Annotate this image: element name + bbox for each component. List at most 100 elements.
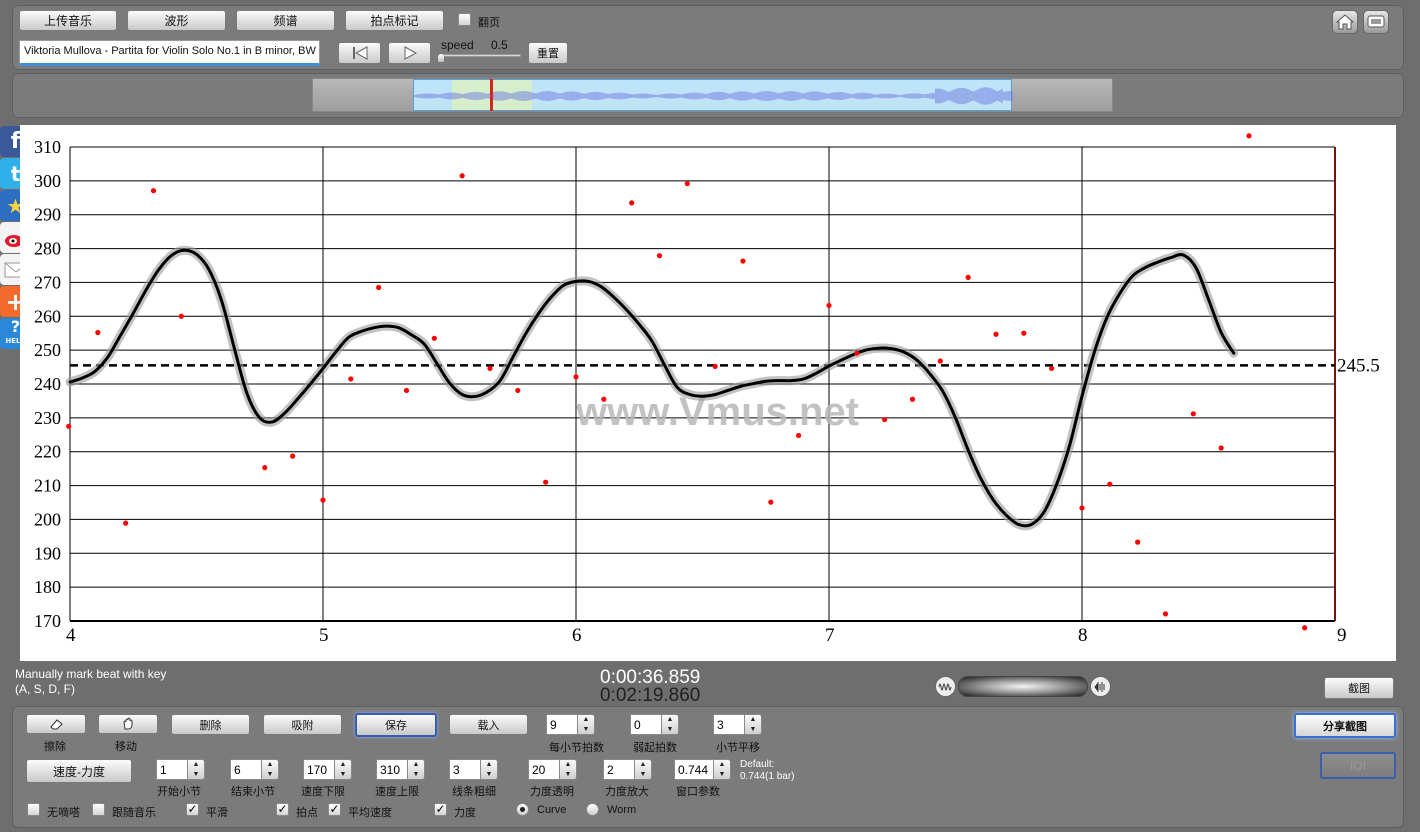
beat-point (656, 253, 663, 259)
move-button[interactable] (98, 714, 158, 734)
y-tick-label: 230 (34, 408, 61, 428)
worm-label: Worm (607, 804, 637, 816)
pickup-beats-input[interactable] (630, 714, 662, 735)
speed-label: speed (441, 38, 474, 52)
snap-button[interactable]: 吸附 (263, 714, 342, 735)
dynamics-opacity-stepper[interactable]: ▲▼ (528, 759, 577, 780)
reset-button[interactable]: 重置 (528, 42, 568, 64)
play-button[interactable] (388, 42, 431, 64)
volume-slider[interactable] (958, 676, 1088, 697)
pickup-beats-stepper[interactable]: ▲▼ (630, 714, 679, 735)
line-width-input[interactable] (449, 759, 481, 780)
overview-waveform (414, 87, 1013, 105)
load-button[interactable]: 载入 (449, 714, 528, 735)
beat-point (348, 376, 354, 382)
curve-label: Curve (537, 804, 567, 816)
waveform-button[interactable]: 波形 (127, 10, 226, 31)
y-tick-label: 200 (34, 509, 61, 529)
tempo-chart[interactable]: 310 300 290 280 270 260 250 240 230 220 210 200 190 1… (20, 125, 1396, 661)
beats-per-bar-label: 每小节拍数 (549, 742, 604, 754)
y-tick-label: 170 (34, 611, 61, 631)
beat-point (431, 335, 437, 341)
beat-point (95, 329, 101, 336)
screenshot-button[interactable]: 截图 (1324, 677, 1394, 699)
dynamics-zoom-input[interactable] (603, 759, 635, 780)
tempo-min-stepper[interactable]: ▲▼ (303, 759, 352, 780)
beat-point (601, 396, 607, 402)
bar-offset-input[interactable] (713, 714, 745, 735)
end-bar-stepper[interactable]: ▲▼ (230, 759, 279, 780)
y-tick-label: 310 (34, 137, 61, 157)
upload-music-button[interactable]: 上传音乐 (19, 10, 117, 31)
play-icon (404, 46, 417, 60)
tempo-min-input[interactable] (303, 759, 335, 780)
bar-offset-label: 小节平移 (716, 742, 760, 754)
default-note-line-2: 0.744(1 bar) (740, 771, 795, 782)
smooth-checkbox[interactable]: ✓ (186, 803, 199, 816)
fullscreen-icon[interactable] (1363, 10, 1389, 34)
rewind-button[interactable] (338, 42, 381, 64)
bar-offset-stepper[interactable]: ▲▼ (713, 714, 762, 735)
beat-point (882, 416, 888, 423)
start-bar-stepper[interactable]: ▲▼ (156, 759, 205, 780)
beat-mark-button[interactable]: 拍点标记 (345, 10, 444, 31)
default-note-line-1: Default: (740, 759, 775, 770)
overview-strip[interactable] (312, 78, 1113, 112)
start-bar-input[interactable] (156, 759, 188, 780)
track-title-field[interactable]: Viktoria Mullova - Partita for Violin So… (19, 40, 320, 66)
start-bar-label: 开始小节 (157, 786, 201, 798)
average-tempo-label: 245.5 (1337, 355, 1380, 376)
share-screenshot-button[interactable]: 分享截图 (1294, 713, 1396, 738)
home-icon[interactable] (1332, 10, 1358, 34)
tempo-min-label: 速度下限 (301, 786, 345, 798)
dynamics-label: 力度 (454, 807, 476, 819)
erase-button[interactable] (26, 714, 86, 734)
worm-radio[interactable] (586, 803, 599, 816)
speed-slider-track[interactable] (441, 54, 521, 57)
x-tick-label: 6 (572, 625, 582, 646)
tempo-max-input[interactable] (376, 759, 408, 780)
avg-speed-checkbox[interactable]: ✓ (328, 803, 341, 816)
overview-playhead[interactable] (490, 79, 493, 111)
window-param-stepper[interactable]: ▲▼ (674, 759, 731, 780)
beat-point (376, 284, 382, 291)
line-width-stepper[interactable]: ▲▼ (449, 759, 498, 780)
curve-radio[interactable] (516, 803, 529, 816)
beats-per-bar-input[interactable] (546, 714, 578, 735)
beat-points-checkbox[interactable]: ✓ (276, 803, 289, 816)
beat-point (993, 331, 999, 337)
window-param-input[interactable] (674, 759, 714, 780)
no-click-checkbox[interactable] (27, 803, 40, 816)
beat-point (1107, 481, 1113, 487)
audio-icon[interactable] (1090, 676, 1111, 697)
y-tick-label: 180 (34, 577, 61, 597)
waveform-toggle-icon[interactable] (935, 676, 956, 697)
dynamics-checkbox[interactable]: ✓ (434, 803, 447, 816)
beat-point (403, 387, 410, 394)
beats-per-bar-stepper[interactable]: ▲▼ (546, 714, 595, 735)
beat-point (487, 365, 493, 372)
beat-point (740, 258, 746, 264)
track-title-text: Viktoria Mullova - Partita for Violin So… (24, 45, 316, 57)
end-bar-input[interactable] (230, 759, 262, 780)
y-tick-label: 290 (34, 205, 61, 225)
tempo-max-stepper[interactable]: ▲▼ (376, 759, 425, 780)
erase-label: 擦除 (44, 741, 66, 753)
x-tick-label: 5 (319, 625, 329, 646)
beat-point (1218, 445, 1224, 451)
beat-point (712, 363, 718, 369)
page-flip-label: 翻页 (478, 17, 500, 29)
dynamics-opacity-input[interactable] (528, 759, 560, 780)
y-tick-label: 280 (34, 239, 61, 259)
beat-point (123, 520, 129, 526)
beat-point (150, 188, 157, 194)
spectrum-button[interactable]: 频谱 (236, 10, 335, 31)
delete-button[interactable]: 删除 (171, 714, 250, 735)
save-button[interactable]: 保存 (355, 713, 437, 737)
dynamics-zoom-stepper[interactable]: ▲▼ (603, 759, 652, 780)
page-flip-checkbox[interactable] (458, 13, 471, 26)
follow-music-checkbox[interactable] (92, 803, 105, 816)
beat-point (66, 423, 72, 429)
tempo-dynamics-button[interactable]: 速度-力度 (26, 759, 132, 783)
avg-speed-label: 平均速度 (348, 807, 392, 819)
